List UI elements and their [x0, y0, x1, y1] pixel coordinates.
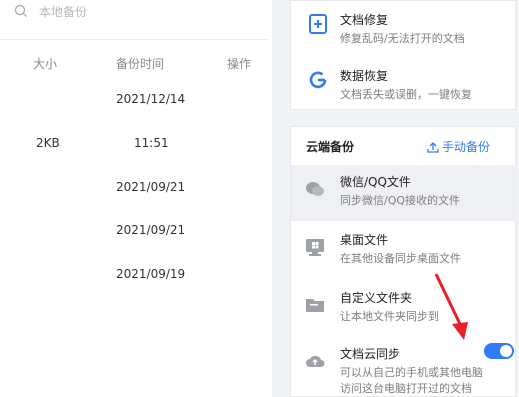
tool-subtitle: 修复乱码/无法打开的文档: [340, 32, 465, 45]
cloud-item-subtitle: 可以从自己的手机或其他电脑: [340, 366, 483, 379]
cloud-item-title: 桌面文件: [340, 233, 389, 247]
backup-time: 2021/09/19: [116, 267, 186, 281]
cloud-backup-header: 云端备份 手动备份: [291, 127, 517, 163]
cloud-backup-title: 云端备份: [306, 140, 355, 154]
annotation-arrow-icon: [434, 273, 468, 340]
cloud-item-wechat-qq[interactable]: 微信/QQ文件 同步微信/QQ接收的文件: [291, 165, 517, 221]
column-header-action: 操作: [227, 57, 252, 71]
cloud-item-subtitle: 在其他设备同步桌面文件: [340, 252, 461, 265]
doc-repair-icon: [309, 14, 327, 34]
tool-subtitle: 文档丢失或误删，一键恢复: [340, 88, 472, 101]
doc-sync-toggle[interactable]: [484, 343, 514, 359]
cloud-item-title: 自定义文件夹: [340, 291, 413, 305]
backup-time: 11:51: [134, 136, 169, 150]
search-icon: [14, 4, 27, 17]
local-backup-panel: 本地备份 大小 备份时间 操作 2021/12/14 2KB 11:51 202…: [0, 0, 272, 397]
tool-title: 文档修复: [340, 13, 389, 27]
cloud-item-title: 文档云同步: [340, 347, 401, 361]
backup-time: 2021/09/21: [116, 223, 186, 237]
upload-icon: [427, 142, 439, 153]
desktop-icon: [306, 239, 324, 256]
manual-backup-button[interactable]: 手动备份: [427, 138, 490, 155]
cloud-backup-card: 云端备份 手动备份 微信/QQ文件 同步微信/QQ接收的文件 桌面文件 在其他设…: [290, 126, 517, 397]
doc-repair-tool[interactable]: 文档修复 修复乱码/无法打开的文档: [291, 3, 517, 49]
cloud-item-desktop[interactable]: 桌面文件 在其他设备同步桌面文件: [291, 223, 517, 279]
right-sidebar: 文档修复 修复乱码/无法打开的文档 数据恢复 文档丢失或误删，一键恢复 云端备份…: [272, 0, 519, 397]
cloud-item-subtitle: 同步微信/QQ接收的文件: [340, 194, 461, 207]
manual-backup-label: 手动备份: [442, 140, 491, 154]
backup-size: 2KB: [36, 136, 60, 150]
search-bar[interactable]: 本地备份: [0, 0, 268, 40]
toggle-knob: [500, 345, 512, 357]
cloud-item-doc-sync[interactable]: 文档云同步 可以从自己的手机或其他电脑 访问这台电脑打开过的文档: [291, 337, 517, 397]
tools-card: 文档修复 修复乱码/无法打开的文档 数据恢复 文档丢失或误删，一键恢复: [290, 0, 516, 110]
chat-icon: [306, 182, 324, 196]
data-recovery-icon: [309, 71, 327, 89]
cloud-item-subtitle-2: 访问这台电脑打开过的文档: [340, 382, 472, 395]
data-recovery-tool[interactable]: 数据恢复 文档丢失或误删，一键恢复: [291, 59, 517, 105]
cloud-item-subtitle: 让本地文件夹同步到: [340, 310, 439, 323]
cloud-upload-icon: [306, 355, 325, 367]
search-input[interactable]: 本地备份: [39, 3, 87, 20]
cloud-item-custom-folder[interactable]: 自定义文件夹 让本地文件夹同步到: [291, 281, 517, 337]
tool-title: 数据恢复: [340, 69, 389, 83]
backup-time: 2021/09/21: [116, 180, 186, 194]
column-header-time: 备份时间: [116, 57, 165, 71]
folder-icon: [306, 299, 324, 312]
backup-time: 2021/12/14: [116, 92, 186, 106]
column-header-size: 大小: [33, 57, 58, 71]
cloud-item-title: 微信/QQ文件: [340, 175, 411, 189]
